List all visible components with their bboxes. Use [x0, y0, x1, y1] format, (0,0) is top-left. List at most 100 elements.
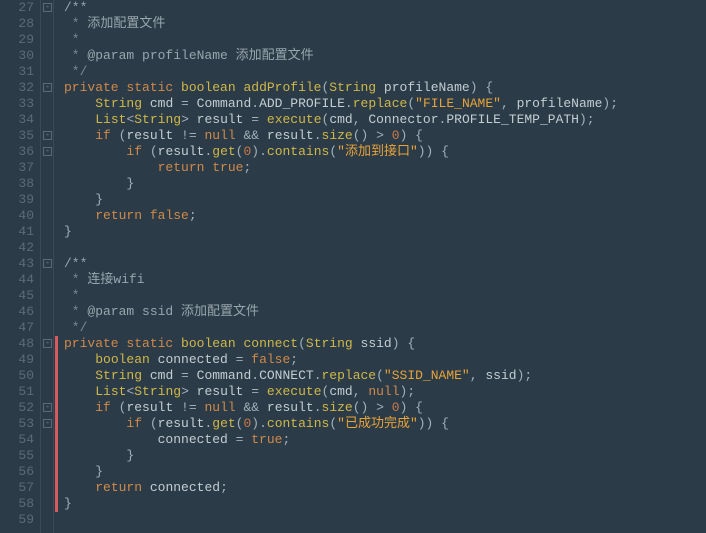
code-line[interactable]: }	[64, 192, 618, 208]
code-token: (	[329, 416, 337, 431]
code-token: ;	[290, 352, 298, 367]
code-token	[142, 208, 150, 223]
fold-toggle-icon[interactable]: -	[43, 419, 52, 428]
code-token: ) {	[470, 80, 493, 95]
fold-toggle-icon[interactable]: -	[43, 131, 52, 140]
code-token: =	[228, 352, 251, 367]
code-token: ,	[353, 112, 369, 127]
code-token: size	[322, 400, 353, 415]
code-line[interactable]: return false;	[64, 208, 618, 224]
fold-toggle-icon[interactable]: -	[43, 3, 52, 12]
code-token	[64, 384, 95, 399]
code-line[interactable]	[64, 512, 618, 528]
code-line[interactable]: private static boolean addProfile(String…	[64, 80, 618, 96]
fold-toggle-icon[interactable]: -	[43, 147, 52, 156]
code-line[interactable]: * 连接wifi	[64, 272, 618, 288]
code-token: &&	[236, 128, 267, 143]
code-line[interactable]: return true;	[64, 160, 618, 176]
code-token: connected	[158, 432, 228, 447]
line-number: 42	[0, 240, 34, 256]
fold-toggle-icon[interactable]: -	[43, 83, 52, 92]
code-area[interactable]: /** * 添加配置文件 * * @param profileName 添加配置…	[60, 0, 618, 533]
code-token: .	[345, 96, 353, 111]
code-token	[64, 432, 158, 447]
code-line[interactable]: if (result != null && result.size() > 0)…	[64, 128, 618, 144]
code-token: (	[329, 144, 337, 159]
code-token: }	[64, 464, 103, 479]
code-token: (	[407, 96, 415, 111]
code-line[interactable]: *	[64, 288, 618, 304]
code-line[interactable]: }	[64, 448, 618, 464]
code-token: if	[126, 416, 142, 431]
fold-column: - - - - - - - -	[40, 0, 54, 533]
code-token: contains	[267, 144, 329, 159]
fold-toggle-icon[interactable]: -	[43, 339, 52, 348]
code-line[interactable]: }	[64, 224, 618, 240]
code-token: true	[212, 160, 243, 175]
code-token: "已成功完成"	[337, 416, 418, 431]
code-token: replace	[322, 368, 377, 383]
code-line[interactable]: * @param profileName 添加配置文件	[64, 48, 618, 64]
fold-toggle-icon[interactable]: -	[43, 403, 52, 412]
code-line[interactable]: if (result.get(0).contains("添加到接口")) {	[64, 144, 618, 160]
code-line[interactable]: return connected;	[64, 480, 618, 496]
code-token: false	[150, 208, 189, 223]
code-line[interactable]: String cmd = Command.CONNECT.replace("SS…	[64, 368, 618, 384]
code-token: !=	[173, 128, 204, 143]
code-token: ssid 添加配置文件	[134, 304, 259, 319]
code-token: ;	[282, 432, 290, 447]
code-token: profileName 添加配置文件	[134, 48, 313, 63]
code-token: "SSID_NAME"	[384, 368, 470, 383]
code-line[interactable]: if (result.get(0).contains("已成功完成")) {	[64, 416, 618, 432]
line-number: 54	[0, 432, 34, 448]
code-token: String	[95, 96, 142, 111]
code-token: (	[111, 400, 127, 415]
line-number: 56	[0, 464, 34, 480]
code-line[interactable]: */	[64, 320, 618, 336]
code-token: );	[517, 368, 533, 383]
code-token: String	[134, 112, 181, 127]
code-line[interactable]: *	[64, 32, 618, 48]
code-line[interactable]	[64, 240, 618, 256]
code-token: Command	[197, 96, 252, 111]
line-number: 45	[0, 288, 34, 304]
code-token: ssid	[485, 368, 516, 383]
line-number: 31	[0, 64, 34, 80]
code-token: *	[64, 288, 80, 303]
code-line[interactable]: */	[64, 64, 618, 80]
code-token: ;	[220, 480, 228, 495]
code-token	[64, 352, 95, 367]
line-number: 47	[0, 320, 34, 336]
code-token	[64, 368, 95, 383]
code-line[interactable]: String cmd = Command.ADD_PROFILE.replace…	[64, 96, 618, 112]
code-token: &&	[236, 400, 267, 415]
code-line[interactable]: * @param ssid 添加配置文件	[64, 304, 618, 320]
code-token: );	[602, 96, 618, 111]
code-token	[142, 368, 150, 383]
code-line[interactable]: }	[64, 496, 618, 512]
code-token	[173, 336, 181, 351]
line-number: 36	[0, 144, 34, 160]
code-token: )) {	[418, 144, 449, 159]
code-line[interactable]: /**	[64, 0, 618, 16]
code-line[interactable]: }	[64, 464, 618, 480]
code-line[interactable]: List<String> result = execute(cmd, null)…	[64, 384, 618, 400]
code-line[interactable]: if (result != null && result.size() > 0)…	[64, 400, 618, 416]
fold-toggle-icon[interactable]: -	[43, 259, 52, 268]
code-line[interactable]: boolean connected = false;	[64, 352, 618, 368]
code-token: execute	[267, 112, 322, 127]
code-token	[64, 480, 95, 495]
code-line[interactable]: List<String> result = execute(cmd, Conne…	[64, 112, 618, 128]
code-line[interactable]: * 添加配置文件	[64, 16, 618, 32]
code-token: String	[134, 384, 181, 399]
code-token: result	[267, 400, 314, 415]
code-token: Command	[197, 368, 252, 383]
code-line[interactable]: }	[64, 176, 618, 192]
code-token: cmd	[150, 96, 173, 111]
code-line[interactable]: /**	[64, 256, 618, 272]
line-number: 52	[0, 400, 34, 416]
code-line[interactable]: private static boolean connect(String ss…	[64, 336, 618, 352]
line-number: 38	[0, 176, 34, 192]
code-line[interactable]: connected = true;	[64, 432, 618, 448]
code-token: if	[95, 128, 111, 143]
